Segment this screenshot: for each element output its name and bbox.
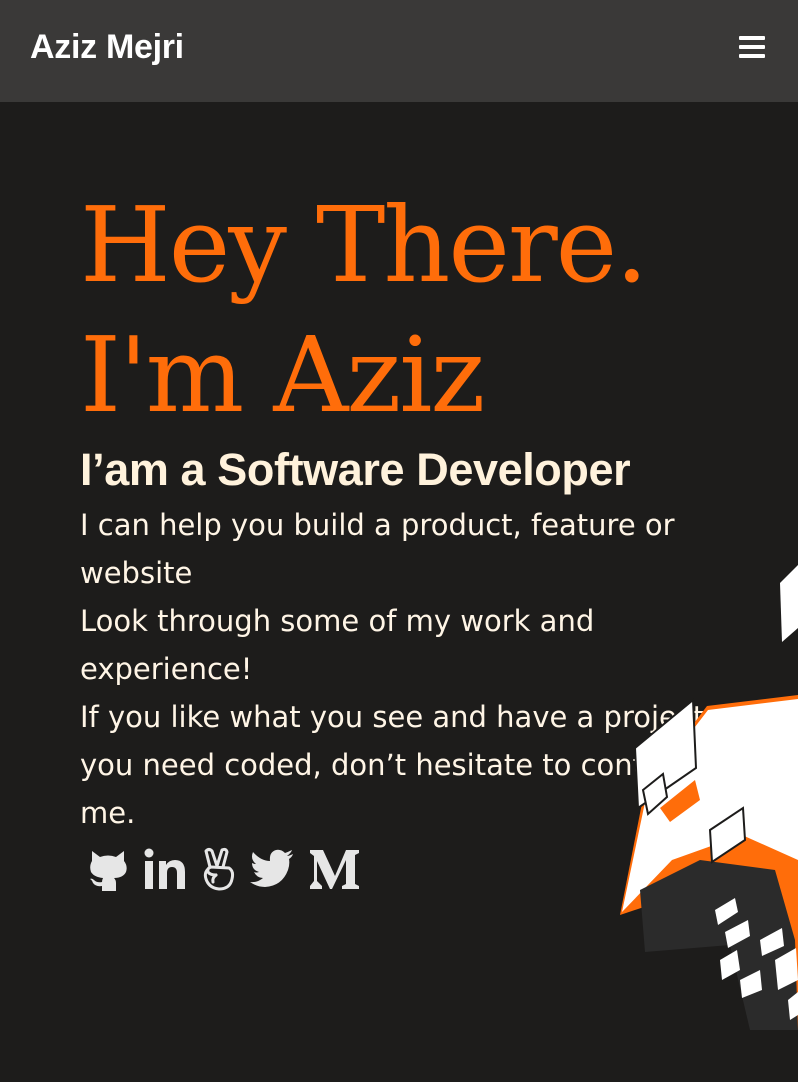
hero-subtitle: I’am a Software Developer <box>80 444 631 495</box>
navbar: Aziz Mejri <box>0 0 798 102</box>
page: Aziz Mejri Hey There. I'm Aziz I’am a So… <box>0 0 798 1082</box>
linkedin-icon[interactable] <box>144 848 186 890</box>
hero-title-line-1: Hey There. <box>80 184 648 306</box>
hamburger-menu-icon[interactable] <box>739 36 765 58</box>
hero-title: Hey There. I'm Aziz <box>80 180 648 440</box>
medium-icon[interactable] <box>310 848 360 890</box>
abstract-3d-graphic <box>620 565 798 1030</box>
angellist-icon[interactable] <box>202 847 236 891</box>
twitter-icon[interactable] <box>250 849 294 889</box>
hero-title-line-2: I'm Aziz <box>80 314 485 436</box>
brand-logo[interactable]: Aziz Mejri <box>30 26 184 68</box>
github-icon[interactable] <box>88 847 128 891</box>
social-links <box>88 845 360 893</box>
